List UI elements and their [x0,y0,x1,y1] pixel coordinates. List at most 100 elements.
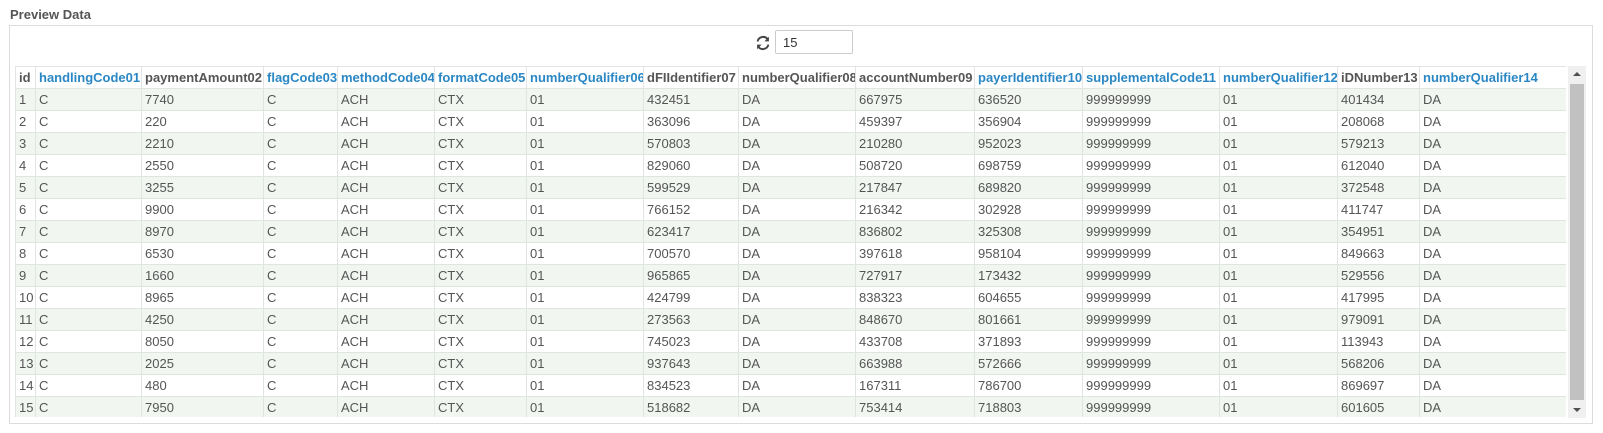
table-cell: 745023 [643,330,739,353]
column-header[interactable]: handlingCode01 [35,66,142,89]
table-cell: 579213 [1337,132,1420,155]
table-cell: 01 [526,154,644,177]
table-cell: 572666 [974,352,1083,375]
table-cell: 801661 [974,308,1083,331]
table-cell: 766152 [643,198,739,221]
table-cell: 979091 [1337,308,1420,331]
table-row[interactable]: 3 C 2210 C ACH CTX 01 570803 DA 210280 952023 99999… [15,132,1566,155]
table-cell: C [263,154,338,177]
table-cell: 999999999 [1082,374,1220,397]
table-cell: DA [1419,110,1566,133]
table-row[interactable]: 12 C 8050 C ACH CTX 01 745023 DA 433708 371893 9999… [15,330,1566,353]
table-cell: 7740 [141,88,264,111]
table-cell: DA [738,330,856,353]
header-row: id handlingCode01 paymentAmount02 flagCode0… [15,66,1566,89]
table-row[interactable]: 1 C 7740 C ACH CTX 01 432451 DA 667975 636520 99999… [15,88,1566,111]
table-row[interactable]: 13 C 2025 C ACH CTX 01 937643 DA 663988 572666 9999… [15,352,1566,375]
table-cell: C [263,220,338,243]
column-header[interactable]: numberQualifier12 [1219,66,1338,89]
table-cell: C [35,330,142,353]
table-cell: ACH [337,308,435,331]
table-cell: 217847 [855,176,975,199]
table-cell: 698759 [974,154,1083,177]
table-cell: ACH [337,110,435,133]
column-header[interactable]: formatCode05 [434,66,527,89]
table-cell: 2 [15,110,36,133]
table-row[interactable]: 15 C 7950 C ACH CTX 01 518682 DA 753414 718803 9999… [15,396,1566,417]
table-cell: 14 [15,374,36,397]
table-cell: 397618 [855,242,975,265]
table-cell: 848670 [855,308,975,331]
table-cell: 12 [15,330,36,353]
table-cell: DA [1419,132,1566,155]
table-cell: 01 [1219,352,1338,375]
table-row[interactable]: 10 C 8965 C ACH CTX 01 424799 DA 838323 604655 9999… [15,286,1566,309]
table-row[interactable]: 7 C 8970 C ACH CTX 01 623417 DA 836802 325308 99999… [15,220,1566,243]
column-header[interactable]: supplementalCode11 [1082,66,1220,89]
table-cell: 424799 [643,286,739,309]
table-row[interactable]: 8 C 6530 C ACH CTX 01 700570 DA 397618 958104 99999… [15,242,1566,265]
table-row[interactable]: 11 C 4250 C ACH CTX 01 273563 DA 848670 801661 9999… [15,308,1566,331]
table-cell: C [263,242,338,265]
rows-count-input[interactable] [775,30,853,54]
column-header: numberQualifier08 [738,66,856,89]
table-cell: 01 [526,110,644,133]
table-cell: 11 [15,308,36,331]
table-cell: 999999999 [1082,242,1220,265]
table-cell: DA [738,198,856,221]
table-cell: 01 [526,132,644,155]
data-grid: id handlingCode01 paymentAmount02 flagCode0… [15,66,1566,417]
table-cell: CTX [434,308,527,331]
table-cell: DA [738,264,856,287]
table-cell: 433708 [855,330,975,353]
table-cell: DA [738,352,856,375]
table-cell: 01 [1219,286,1338,309]
table-cell: C [263,330,338,353]
column-header[interactable]: numberQualifier06 [526,66,644,89]
column-header: iDNumber13 [1337,66,1420,89]
table-row[interactable]: 4 C 2550 C ACH CTX 01 829060 DA 508720 698759 99999… [15,154,1566,177]
table-cell: 13 [15,352,36,375]
table-row[interactable]: 9 C 1660 C ACH CTX 01 965865 DA 727917 173432 99999… [15,264,1566,287]
table-cell: 999999999 [1082,176,1220,199]
table-cell: 459397 [855,110,975,133]
table-cell: DA [1419,352,1566,375]
table-cell: 999999999 [1082,352,1220,375]
table-row[interactable]: 14 C 480 C ACH CTX 01 834523 DA 167311 786700 99999… [15,374,1566,397]
column-header[interactable]: payerIdentifier10 [974,66,1083,89]
table-cell: 167311 [855,374,975,397]
table-cell: CTX [434,396,527,417]
column-header[interactable]: flagCode03 [263,66,338,89]
column-header[interactable]: methodCode04 [337,66,435,89]
vertical-scrollbar[interactable] [1568,66,1586,418]
table-row[interactable]: 2 C 220 C ACH CTX 01 363096 DA 459397 356904 999999… [15,110,1566,133]
table-cell: 15 [15,396,36,417]
table-cell: DA [738,374,856,397]
table-cell: 518682 [643,396,739,417]
table-row[interactable]: 6 C 9900 C ACH CTX 01 766152 DA 216342 302928 99999… [15,198,1566,221]
table-cell: 371893 [974,330,1083,353]
table-cell: DA [1419,154,1566,177]
table-cell: 5 [15,176,36,199]
table-cell: 113943 [1337,330,1420,353]
table-cell: C [35,154,142,177]
table-cell: 01 [526,88,644,111]
table-cell: 01 [1219,132,1338,155]
scroll-up-arrow-icon[interactable] [1568,66,1586,82]
table-cell: 965865 [643,264,739,287]
table-cell: CTX [434,352,527,375]
table-cell: 417995 [1337,286,1420,309]
table-row[interactable]: 5 C 3255 C ACH CTX 01 599529 DA 217847 689820 99999… [15,176,1566,199]
scroll-down-arrow-icon[interactable] [1568,402,1586,418]
table-cell: C [35,396,142,417]
table-cell: DA [1419,198,1566,221]
table-cell: 958104 [974,242,1083,265]
refresh-icon[interactable] [755,35,771,51]
table-cell: DA [1419,264,1566,287]
table-cell: ACH [337,198,435,221]
table-cell: 01 [1219,330,1338,353]
column-header[interactable]: numberQualifier14 [1419,66,1566,89]
scrollbar-thumb[interactable] [1570,84,1584,400]
table-cell: C [263,264,338,287]
table-cell: C [35,286,142,309]
